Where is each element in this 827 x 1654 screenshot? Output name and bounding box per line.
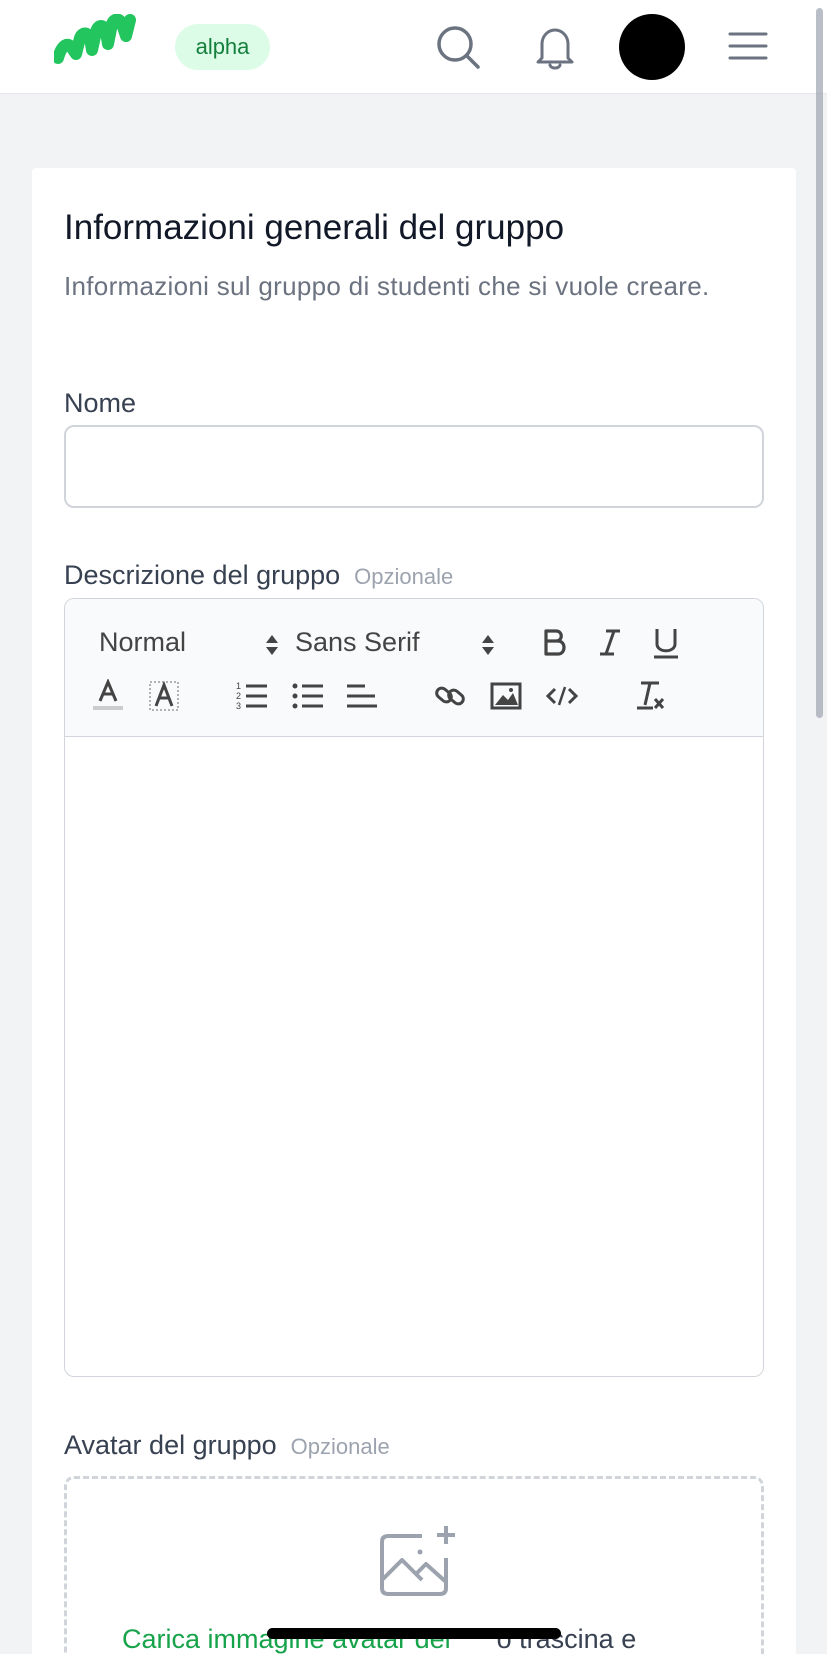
top-navbar: alpha	[0, 0, 827, 94]
clear-format-icon[interactable]	[633, 679, 667, 713]
user-avatar[interactable]	[619, 14, 685, 80]
ordered-list-icon[interactable]: 1 2 3	[235, 679, 269, 713]
svg-text:3: 3	[236, 701, 241, 711]
name-input[interactable]	[64, 425, 764, 508]
bold-icon[interactable]	[537, 626, 571, 660]
description-label: Descrizione del gruppo Opzionale	[64, 560, 453, 591]
page-subtitle: Informazioni sul gruppo di studenti che …	[64, 271, 710, 301]
svg-text:1: 1	[236, 681, 241, 691]
link-icon[interactable]	[433, 679, 467, 713]
italic-icon[interactable]	[593, 626, 627, 660]
bullet-list-icon[interactable]	[291, 679, 325, 713]
underline-icon[interactable]	[649, 626, 683, 660]
editor-toolbar: Normal Sans Serif 1 2 3	[65, 599, 763, 737]
alpha-badge: alpha	[175, 24, 270, 70]
optional-tag: Opzionale	[354, 564, 454, 589]
select-arrows-icon	[482, 635, 494, 655]
page-scrollbar[interactable]	[816, 8, 823, 718]
bell-icon[interactable]	[530, 22, 580, 72]
font-select-value: Sans Serif	[295, 627, 420, 657]
select-arrows-icon	[266, 635, 278, 655]
code-icon[interactable]	[545, 679, 579, 713]
editor-content-area[interactable]	[65, 737, 763, 1376]
svg-text:2: 2	[236, 691, 241, 701]
avatar-label: Avatar del gruppo Opzionale	[64, 1430, 390, 1461]
menu-icon[interactable]	[726, 26, 770, 66]
name-label: Nome	[64, 388, 137, 418]
font-select[interactable]: Sans Serif	[295, 627, 495, 658]
optional-tag: Opzionale	[290, 1434, 390, 1459]
header-select-value: Normal	[99, 627, 187, 657]
page-title: Informazioni generali del gruppo	[64, 208, 565, 247]
avatar-label-text: Avatar del gruppo	[64, 1430, 277, 1460]
align-left-icon[interactable]	[345, 679, 379, 713]
background-color-icon[interactable]	[147, 679, 181, 713]
logo-icon[interactable]	[54, 14, 136, 78]
description-label-text: Descrizione del gruppo	[64, 560, 341, 590]
photo-add-icon	[380, 1526, 455, 1596]
image-icon[interactable]	[489, 679, 523, 713]
description-editor: Normal Sans Serif 1 2 3	[64, 598, 764, 1377]
header-select[interactable]: Normal	[99, 627, 279, 658]
search-icon[interactable]	[433, 22, 483, 72]
home-indicator	[267, 1628, 561, 1639]
font-color-icon[interactable]	[91, 679, 125, 713]
